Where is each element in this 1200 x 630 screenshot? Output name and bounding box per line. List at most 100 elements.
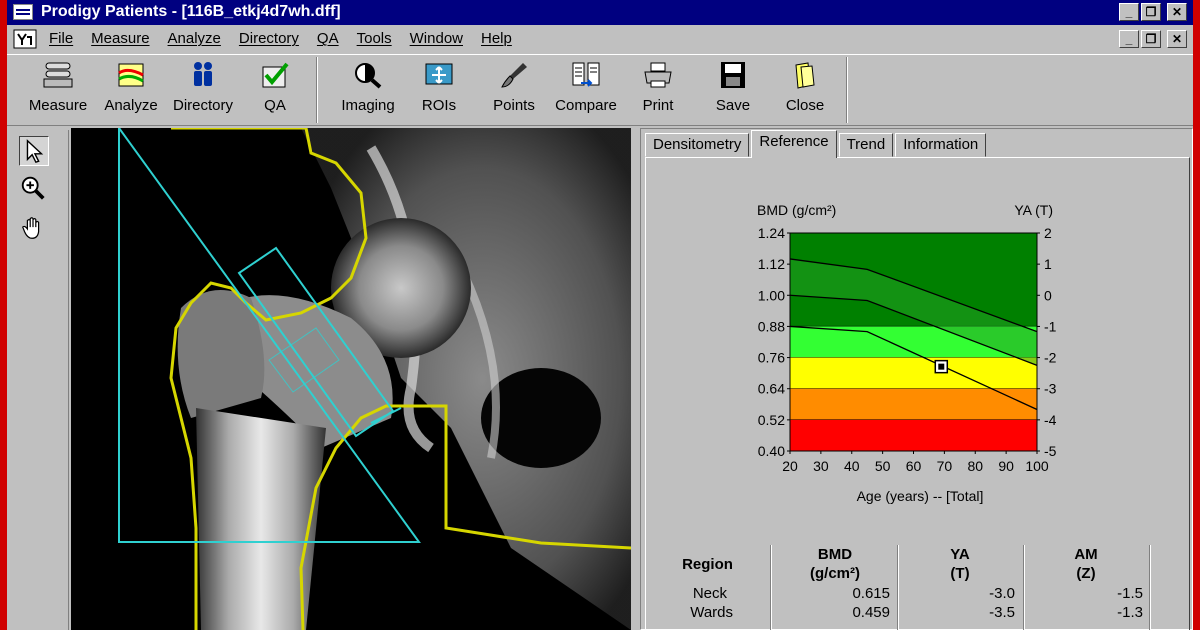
y-tick-right-3: -1 — [1044, 318, 1057, 334]
points-button[interactable]: Points — [485, 61, 543, 114]
y-tick-left-1: 1.12 — [758, 256, 785, 272]
menu-directory[interactable]: Directory — [239, 30, 299, 47]
people-icon — [194, 62, 212, 86]
compare-icon — [572, 62, 600, 87]
save-button[interactable]: Save — [707, 61, 759, 114]
window-title: Prodigy Patients - [116B_etkj4d7wh.dff] — [41, 3, 341, 20]
tab-densitometry[interactable]: Densitometry — [645, 133, 750, 157]
row-wards-region: Wards — [690, 604, 733, 621]
y-tick-right-2: 0 — [1044, 287, 1052, 303]
menu-window[interactable]: Window — [410, 30, 463, 47]
menu-measure[interactable]: Measure — [91, 30, 149, 47]
menu-qa[interactable]: QA — [317, 30, 339, 47]
y-tick-left-2: 1.00 — [758, 287, 785, 303]
print-button[interactable]: Print — [633, 61, 683, 114]
scan-image-viewer[interactable] — [71, 128, 631, 630]
tab-information[interactable]: Information — [895, 133, 987, 157]
qa-label: QA — [264, 97, 286, 114]
measure-label: Measure — [28, 97, 88, 114]
chart-band-4 — [790, 419, 1037, 451]
x-tick-2: 40 — [844, 458, 860, 474]
x-tick-5: 70 — [937, 458, 953, 474]
menu-help[interactable]: Help — [481, 30, 512, 47]
hip-scan-image — [71, 128, 631, 630]
pointer-tool[interactable] — [19, 136, 49, 166]
y-tick-left-3: 0.88 — [758, 318, 785, 334]
measure-button[interactable]: Measure — [19, 61, 97, 114]
analyze-icon — [118, 63, 144, 87]
row-wards-am: -1.3 — [1117, 604, 1143, 621]
y-axis-left-label: BMD (g/cm²) — [757, 202, 836, 218]
tab-reference[interactable]: Reference — [751, 130, 837, 158]
child-close-button[interactable]: ✕ — [1167, 30, 1187, 48]
title-bar[interactable]: Prodigy Patients - [116B_etkj4d7wh.dff] … — [7, 0, 1193, 25]
menu-tools[interactable]: Tools — [357, 30, 392, 47]
chart-band-2 — [790, 357, 1037, 389]
rois-button[interactable]: ROIs — [411, 61, 467, 114]
floppy-disk-icon — [721, 62, 745, 88]
patient-marker-center — [938, 363, 945, 370]
x-tick-7: 90 — [998, 458, 1014, 474]
pan-tool[interactable] — [19, 214, 49, 244]
row-neck-bmd: 0.615 — [852, 585, 890, 602]
hand-icon — [22, 217, 40, 239]
child-restore-button[interactable]: ❐ — [1141, 30, 1161, 48]
brush-icon — [501, 63, 527, 88]
directory-label: Directory — [172, 97, 233, 114]
child-minimize-button[interactable]: _ — [1119, 30, 1139, 48]
x-tick-4: 60 — [906, 458, 922, 474]
row-neck-am: -1.5 — [1117, 585, 1143, 602]
analyze-button[interactable]: Analyze — [99, 61, 163, 114]
printer-icon — [644, 62, 672, 88]
directory-button[interactable]: Directory — [167, 61, 239, 114]
y-tick-left-5: 0.64 — [758, 381, 785, 397]
row-wards-bmd: 0.459 — [852, 604, 890, 621]
save-label: Save — [715, 97, 751, 114]
x-tick-0: 20 — [782, 458, 798, 474]
close-button[interactable]: Close — [779, 61, 831, 114]
y-tick-right-4: -2 — [1044, 350, 1057, 366]
close-window-button[interactable]: ✕ — [1167, 3, 1187, 21]
y-tick-left-7: 0.40 — [758, 443, 785, 459]
compare-button[interactable]: Compare — [551, 61, 621, 114]
tab-trend[interactable]: Trend — [838, 133, 894, 157]
measure-icon — [43, 62, 73, 88]
reference-chart: BMD (g/cm²) YA (T) 1.24 1.12 1.00 0.88 0.76 0… — [757, 202, 1057, 504]
app-window: Prodigy Patients - [116B_etkj4d7wh.dff] … — [0, 0, 1200, 630]
y-tick-right-5: -3 — [1044, 381, 1057, 397]
am-header: AM (Z) — [1074, 546, 1098, 582]
y-tick-right-0: 2 — [1044, 225, 1052, 241]
imaging-button[interactable]: Imaging — [333, 61, 403, 114]
minimize-button[interactable]: _ — [1119, 3, 1139, 21]
y-tick-left-4: 0.76 — [758, 350, 785, 366]
x-tick-1: 30 — [813, 458, 829, 474]
zoom-tool[interactable] — [19, 174, 49, 204]
y-axis-right-label: YA (T) — [1014, 202, 1053, 218]
row-neck-region: Neck — [692, 585, 727, 602]
close-label: Close — [785, 97, 825, 114]
x-tick-3: 50 — [875, 458, 891, 474]
folder-icon — [795, 62, 815, 89]
compare-label: Compare — [555, 97, 617, 114]
restore-button[interactable]: ❐ — [1141, 3, 1161, 21]
x-axis-label: Age (years) -- [Total] — [857, 488, 984, 504]
app-icon[interactable] — [13, 4, 33, 20]
menu-analyze[interactable]: Analyze — [168, 30, 221, 47]
results-table: Region BMD (g/cm²) YA (T) AM (Z) Neck 0.615… — [655, 545, 1175, 630]
row-wards-ya: -3.5 — [989, 604, 1015, 621]
zoom-in-icon — [21, 176, 45, 200]
y-tick-right-7: -5 — [1044, 443, 1057, 459]
document-icon[interactable] — [13, 29, 37, 49]
roi-move-icon — [425, 63, 453, 85]
chart-band-3 — [790, 388, 1037, 420]
bmd-header: BMD (g/cm²) — [810, 546, 860, 582]
magnifier-icon — [355, 63, 382, 89]
checkmark-icon — [262, 62, 289, 88]
tool-palette — [13, 130, 69, 630]
x-tick-8: 100 — [1025, 458, 1049, 474]
region-header: Region — [682, 556, 733, 573]
print-label: Print — [642, 97, 674, 114]
menu-file[interactable]: File — [49, 30, 73, 47]
analyze-label: Analyze — [104, 97, 158, 114]
qa-button[interactable]: QA — [245, 61, 305, 114]
